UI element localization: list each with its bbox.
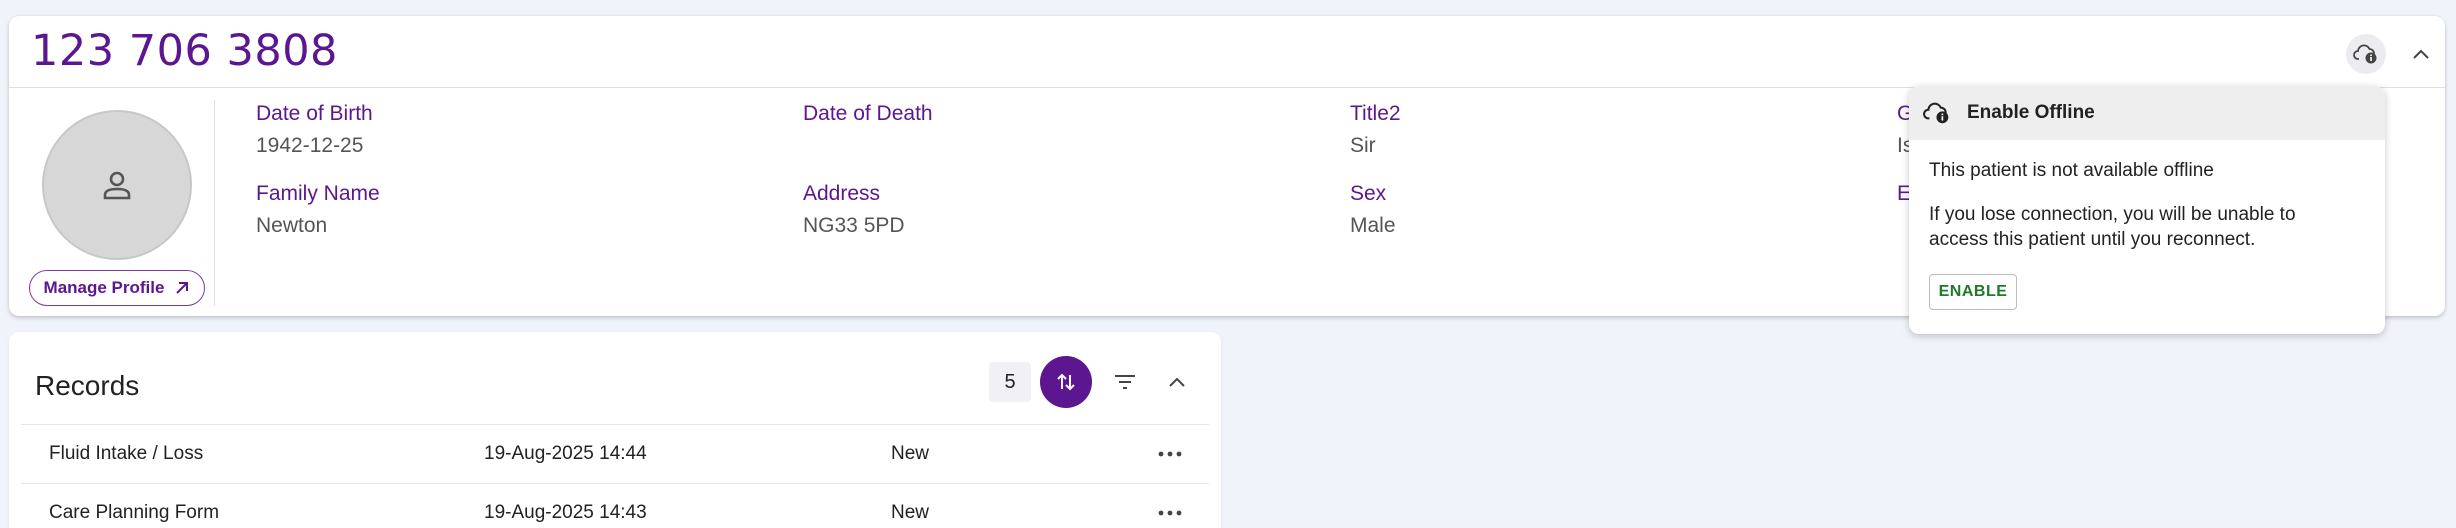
field-label: Sex [1350, 182, 1387, 205]
more-horizontal-icon [1158, 451, 1182, 457]
row-more-button[interactable] [1153, 496, 1187, 528]
field-label: Title2 [1350, 102, 1401, 125]
more-horizontal-icon [1158, 510, 1182, 516]
offline-description: If you lose connection, you will be unab… [1929, 204, 2296, 250]
vertical-divider [214, 100, 215, 306]
table-row[interactable]: Care Planning Form 19-Aug-2025 14:43 New [21, 483, 1209, 528]
record-status: New [891, 443, 930, 464]
field-date-of-birth: Date of Birth 1942-12-25 [256, 102, 373, 158]
record-date: 19-Aug-2025 14:44 [484, 443, 647, 464]
offline-toggle-button[interactable] [2346, 34, 2386, 74]
record-name: Fluid Intake / Loss [49, 443, 204, 464]
records-card: Records 5 Fluid Intake / Loss 19-Aug-202… [9, 332, 1221, 528]
field-label: Date of Death [803, 102, 933, 125]
sort-icon [1057, 373, 1075, 391]
records-collapse-button[interactable] [1159, 364, 1195, 400]
record-status: New [891, 502, 930, 523]
chevron-up-icon [1169, 377, 1185, 387]
arrow-up-right-icon [176, 282, 189, 294]
manage-profile-button[interactable]: Manage Profile [29, 270, 205, 306]
field-label: Address [803, 182, 881, 205]
field-value: 1942-12-25 [256, 134, 364, 157]
filter-icon [1115, 375, 1135, 389]
popup-title: Enable Offline [1967, 102, 2095, 123]
records-count-badge: 5 [989, 362, 1031, 402]
field-address: Address NG33 5PD [803, 182, 905, 238]
field-value: Newton [256, 214, 328, 237]
field-title2: Title2 Sir [1350, 102, 1401, 158]
chevron-up-icon [2413, 49, 2429, 59]
offline-status-text: This patient is not available offline [1929, 160, 2214, 181]
person-icon [103, 171, 131, 200]
manage-profile-label: Manage Profile [43, 278, 165, 297]
popup-body: This patient is not available offline If… [1909, 140, 2385, 310]
field-family-name: Family Name Newton [256, 182, 380, 238]
field-value: NG33 5PD [803, 214, 905, 237]
sort-button[interactable] [1040, 356, 1092, 408]
table-row[interactable]: Fluid Intake / Loss 19-Aug-2025 14:44 Ne… [21, 424, 1209, 482]
record-name: Care Planning Form [49, 502, 220, 523]
field-sex: Sex Male [1350, 182, 1396, 238]
enable-offline-button[interactable]: ENABLE [1929, 274, 2017, 310]
row-more-button[interactable] [1153, 437, 1187, 471]
cloud-info-icon [2353, 44, 2377, 64]
record-date: 19-Aug-2025 14:43 [484, 502, 647, 523]
avatar [42, 110, 192, 260]
enable-offline-popup: Enable Offline This patient is not avail… [1909, 86, 2385, 334]
popup-header: Enable Offline [1909, 86, 2385, 140]
records-title: Records [35, 370, 140, 401]
field-date-of-death: Date of Death [803, 102, 933, 134]
header-collapse-button[interactable] [2403, 36, 2439, 72]
field-label: Family Name [256, 182, 380, 205]
field-value: Sir [1350, 134, 1376, 157]
nhs-number: 123 706 3808 [31, 26, 338, 76]
field-label: Date of Birth [256, 102, 373, 125]
patient-header-bar: 123 706 3808 [9, 16, 2445, 88]
cloud-info-icon [1923, 102, 1949, 124]
filter-button[interactable] [1107, 364, 1143, 400]
field-value: Male [1350, 214, 1396, 237]
